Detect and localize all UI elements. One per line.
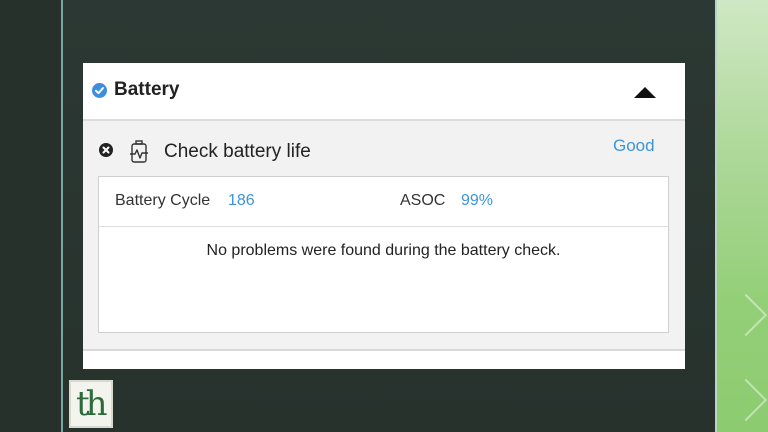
asoc-value: 99% <box>461 192 494 209</box>
battery-panel-title: Battery <box>114 79 180 100</box>
collapse-button[interactable] <box>629 79 661 105</box>
result-message: No problems were found during the batter… <box>206 242 561 259</box>
chevron-decoration-icon <box>724 293 768 337</box>
asoc-label: ASOC <box>400 192 446 209</box>
battery-stats-row: Battery Cycle 186 ASOC 99% <box>99 177 668 227</box>
status-badge: Good <box>613 136 655 155</box>
close-circle-icon[interactable] <box>99 143 113 157</box>
check-circle-icon <box>92 83 107 98</box>
battery-health-icon <box>129 140 149 164</box>
check-title: Check battery life <box>164 141 311 162</box>
caret-up-icon <box>634 87 656 98</box>
battery-cycle-label: Battery Cycle <box>115 192 211 209</box>
check-battery-life-row[interactable]: Check battery life Good <box>83 121 685 176</box>
battery-cycle-value: 186 <box>228 192 255 209</box>
battery-details-box: Battery Cycle 186 ASOC 99% No problems w… <box>98 176 669 333</box>
logo: th <box>69 380 113 428</box>
logo-text: th <box>76 384 108 424</box>
panel-divider <box>83 349 685 351</box>
battery-check-section: Check battery life Good Battery Cycle 18… <box>83 121 685 349</box>
left-margin <box>0 0 62 432</box>
right-decoration <box>717 0 768 432</box>
battery-panel-header[interactable]: Battery <box>83 63 685 121</box>
chevron-decoration-icon <box>724 378 768 422</box>
battery-panel: Battery Check battery life Good Battery … <box>83 63 685 369</box>
